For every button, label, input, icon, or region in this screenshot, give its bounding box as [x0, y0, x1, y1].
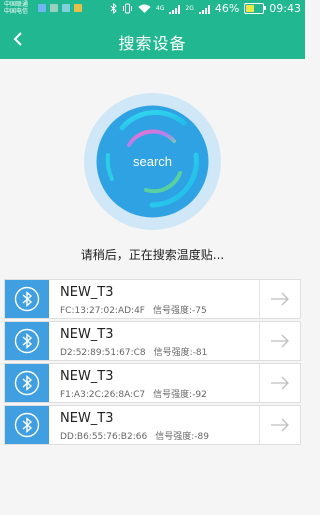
device-signal: 信号强度:-92 — [153, 390, 207, 400]
carrier-1: 中国联通 — [4, 1, 29, 8]
wifi-icon — [138, 4, 151, 13]
device-row[interactable]: NEW_T3 FC:13:27:02:AD:4F 信号强度:-75 — [4, 279, 301, 319]
notification-icons — [38, 4, 82, 12]
image-notification-icon — [50, 4, 58, 12]
connect-button[interactable] — [259, 280, 300, 318]
clock: 09:43 — [269, 2, 301, 15]
page-title: 搜索设备 — [118, 34, 187, 53]
signal-icon — [169, 4, 181, 14]
bluetooth-icon — [14, 370, 40, 396]
status-bar: 中国联通 中国电信 4G 2G 46% 09:43 — [0, 0, 305, 19]
notification-icon — [38, 4, 46, 12]
device-mac: FC:13:27:02:AD:4F — [60, 306, 145, 316]
connect-button[interactable] — [259, 406, 300, 444]
device-name: NEW_T3 — [60, 369, 114, 384]
bluetooth-icon — [14, 412, 40, 438]
device-name: NEW_T3 — [60, 411, 114, 426]
search-radar[interactable]: search — [84, 93, 221, 230]
search-button-label: search — [133, 154, 172, 169]
carrier-2: 中国电信 — [4, 8, 29, 15]
device-meta: DD:B6:55:76:B2:66 信号强度:-89 — [60, 429, 209, 442]
app-notification-icon — [74, 4, 82, 12]
search-status-text: 请稍后，正在搜索温度贴... — [80, 248, 225, 262]
bluetooth-icon — [14, 328, 40, 354]
device-icon-tile — [5, 364, 49, 402]
device-icon-tile — [5, 406, 49, 444]
device-meta: FC:13:27:02:AD:4F 信号强度:-75 — [60, 303, 207, 316]
bluetooth-status-icon — [110, 3, 117, 14]
app-bar: 搜索设备 — [0, 19, 305, 59]
carrier-info: 中国联通 中国电信 — [4, 1, 28, 15]
arrow-right-icon — [271, 334, 289, 348]
device-name: NEW_T3 — [60, 327, 114, 342]
battery-icon — [244, 3, 267, 14]
arrow-right-icon — [271, 376, 289, 390]
device-icon-tile — [5, 322, 49, 360]
device-meta: D2:52:89:51:67:C8 信号强度:-81 — [60, 345, 207, 358]
network-type-1: 4G — [155, 5, 165, 12]
arrow-right-icon — [271, 292, 289, 306]
device-mac: D2:52:89:51:67:C8 — [60, 348, 146, 358]
device-mac: F1:A3:2C:26:8A:C7 — [60, 390, 146, 400]
device-mac: DD:B6:55:76:B2:66 — [60, 432, 148, 442]
device-row[interactable]: NEW_T3 D2:52:89:51:67:C8 信号强度:-81 — [4, 321, 301, 361]
device-row[interactable]: NEW_T3 DD:B6:55:76:B2:66 信号强度:-89 — [4, 405, 301, 445]
bluetooth-icon — [14, 286, 40, 312]
device-signal: 信号强度:-89 — [155, 432, 209, 442]
device-name: NEW_T3 — [60, 285, 114, 300]
device-row[interactable]: NEW_T3 F1:A3:2C:26:8A:C7 信号强度:-92 — [4, 363, 301, 403]
device-signal: 信号强度:-81 — [153, 348, 208, 358]
vibrate-icon — [122, 3, 132, 14]
device-meta: F1:A3:2C:26:8A:C7 信号强度:-92 — [60, 387, 207, 400]
battery-percent: 46% — [214, 2, 240, 15]
device-signal: 信号强度:-75 — [152, 306, 207, 316]
app-notification-icon — [62, 4, 70, 12]
device-list: NEW_T3 FC:13:27:02:AD:4F 信号强度:-75 NEW_T3 … — [4, 279, 301, 447]
arrow-right-icon — [271, 418, 289, 432]
connect-button[interactable] — [259, 364, 300, 402]
connect-button[interactable] — [259, 322, 300, 360]
device-icon-tile — [5, 280, 49, 318]
signal-icon-2 — [198, 4, 210, 14]
network-type-2: 2G — [185, 5, 194, 12]
status-right: 4G 2G 46% 09:43 — [110, 2, 301, 15]
